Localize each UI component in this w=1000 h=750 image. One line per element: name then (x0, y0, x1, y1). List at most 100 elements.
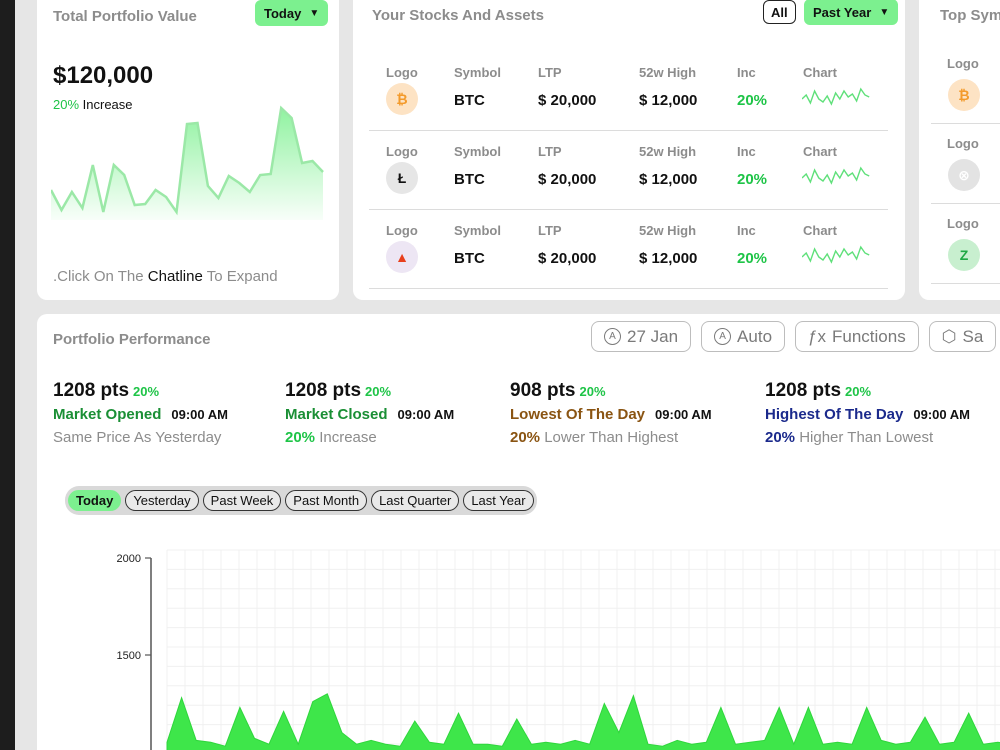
column-label-inc: Inc (737, 65, 756, 80)
stat-points: 1208 pts (53, 380, 130, 401)
stat-label-row: Highest Of The Day 09:00 AM (765, 406, 970, 423)
logo-header: Logo (947, 216, 979, 231)
period-dropdown[interactable]: Today ▼ (255, 0, 329, 26)
top-symbol-row[interactable]: Logo Z (931, 204, 1000, 284)
asset-row[interactable]: Logo Symbol LTP 52w High Inc Chart ▲ BTC $ 20,00… (369, 210, 888, 289)
asset-row[interactable]: Logo Symbol LTP 52w High Inc Chart ₿ BTC $ 20,00… (369, 52, 888, 131)
chart-toolbar: A 27 Jan A Auto ƒx Functions ⬡ Sa (591, 321, 997, 352)
logo-header: Logo (947, 56, 979, 71)
stat-subtext: 20% Higher Than Lowest (765, 429, 970, 446)
range-tab-last-quarter[interactable]: Last Quarter (371, 490, 460, 511)
stat-time: 09:00 AM (171, 407, 228, 422)
asset-mini-chart[interactable] (802, 164, 872, 188)
stat-sub-percent: 20% (510, 429, 541, 446)
column-label-chart: Chart (803, 144, 837, 159)
stat-label: Highest Of The Day (765, 406, 904, 423)
window-edge (0, 0, 15, 750)
asset-inc: 20% (737, 171, 768, 188)
toolbar-button-auto[interactable]: A Auto (701, 321, 786, 352)
portfolio-sparkline-chart[interactable] (51, 100, 327, 230)
stat-block: 1208 pts 20% Highest Of The Day 09:00 AM 20%… (765, 380, 970, 446)
portfolio-value: $120,000 (53, 62, 154, 89)
column-label-ltp: LTP (538, 144, 562, 159)
stat-time: 09:00 AM (655, 407, 712, 422)
stat-headline: 1208 pts 20% (285, 380, 454, 402)
bitcoin-icon: ₿ (948, 79, 980, 111)
asset-inc: 20% (737, 250, 768, 267)
column-label-inc: Inc (737, 144, 756, 159)
toolbar-button-27-jan[interactable]: A 27 Jan (591, 321, 692, 352)
toolbar-button-label: 27 Jan (627, 326, 679, 346)
column-label-high: 52w High (639, 223, 697, 238)
chart-grid (166, 549, 1000, 750)
top-symbol-row[interactable]: Logo ₿ (931, 44, 1000, 124)
toolbar-button-label: Sa (962, 326, 984, 346)
asset-symbol: BTC (454, 250, 485, 267)
range-tab-last-year[interactable]: Last Year (463, 490, 534, 511)
stat-label: Lowest Of The Day (510, 406, 646, 423)
card-title: Total Portfolio Value (53, 8, 197, 25)
period-dropdown-label: Today (264, 5, 302, 21)
stat-subtext: 20% Increase (285, 429, 454, 446)
stat-label-row: Market Opened 09:00 AM (53, 406, 228, 423)
column-label-ltp: LTP (538, 65, 562, 80)
range-tab-today[interactable]: Today (68, 490, 122, 511)
column-label-symbol: Symbol (454, 144, 501, 159)
hint-chatline[interactable]: Chatline (148, 268, 203, 285)
z-coin-icon: Z (948, 239, 980, 271)
a-circle-icon: A (604, 328, 621, 345)
stat-percent: 20% (579, 384, 606, 399)
stat-label-row: Market Closed 09:00 AM (285, 406, 454, 423)
range-tab-past-month[interactable]: Past Month (285, 490, 368, 511)
range-tabs: Today Yesterday Past Week Past Month Last Qu… (65, 486, 537, 515)
caret-down-icon: ▼ (879, 6, 890, 18)
stat-headline: 1208 pts 20% (53, 380, 228, 402)
stat-block: 1208 pts 20% Market Closed 09:00 AM 20% Incr… (285, 380, 454, 446)
column-label-symbol: Symbol (454, 65, 501, 80)
asset-mini-chart[interactable] (802, 243, 872, 267)
column-label-symbol: Symbol (454, 223, 501, 238)
filter-all-button[interactable]: All (763, 0, 796, 24)
period-filter-label: Past Year (813, 4, 872, 20)
function-icon: ƒx (808, 326, 826, 346)
card-title: Portfolio Performance (53, 331, 211, 348)
bat-triangle-icon: ▲ (386, 241, 418, 273)
asset-mini-chart[interactable] (802, 85, 872, 109)
asset-ltp: $ 20,000 (538, 171, 597, 188)
a-circle-icon: A (714, 328, 732, 345)
bitcoin-icon: ₿ (386, 83, 418, 115)
toolbar-button-sa[interactable]: ⬡ Sa (928, 321, 997, 352)
stat-time: 09:00 AM (913, 407, 970, 422)
card-title: Top Sym (940, 7, 1000, 24)
toolbar-button-functions[interactable]: ƒx Functions (795, 321, 919, 352)
stat-subtext: 20% Lower Than Highest (510, 429, 712, 446)
stat-sub-text: Lower Than Highest (544, 429, 679, 446)
column-label-high: 52w High (639, 144, 697, 159)
asset-ltp: $ 20,000 (538, 250, 597, 267)
column-label-ltp: LTP (538, 223, 562, 238)
asset-high: $ 12,000 (639, 250, 698, 267)
column-label-inc: Inc (737, 223, 756, 238)
range-tab-yesterday[interactable]: Yesterday (125, 490, 199, 511)
performance-chart[interactable]: 2000 1500 (67, 542, 1000, 750)
top-symbol-row[interactable]: Logo ⊗ (931, 124, 1000, 204)
column-label-high: 52w High (639, 65, 697, 80)
stat-sub-text: Increase (319, 429, 377, 446)
stat-points: 908 pts (510, 380, 576, 401)
column-label-logo: Logo (386, 144, 418, 159)
period-filter-dropdown[interactable]: Past Year ▼ (804, 0, 899, 25)
stat-label: Market Closed (285, 406, 388, 423)
stocks-assets-card: Your Stocks And Assets All Past Year ▼ L… (353, 0, 905, 300)
column-label-chart: Chart (803, 223, 837, 238)
toolbar-button-label: Auto (737, 326, 773, 346)
stat-block: 1208 pts 20% Market Opened 09:00 AM Same Pri… (53, 380, 228, 446)
range-tab-past-week[interactable]: Past Week (202, 490, 282, 511)
chart-hint: .Click On The Chatline To Expand (53, 268, 278, 285)
hint-prefix: .Click On The (53, 268, 144, 285)
y-tick-label: 1500 (117, 650, 141, 662)
stat-percent: 20% (133, 384, 160, 399)
litecoin-icon: Ł (386, 162, 418, 194)
asset-row[interactable]: Logo Symbol LTP 52w High Inc Chart Ł BTC $ 20,00… (369, 131, 888, 210)
stat-block: 908 pts 20% Lowest Of The Day 09:00 AM 20% L… (510, 380, 712, 446)
stat-label: Market Opened (53, 406, 162, 423)
